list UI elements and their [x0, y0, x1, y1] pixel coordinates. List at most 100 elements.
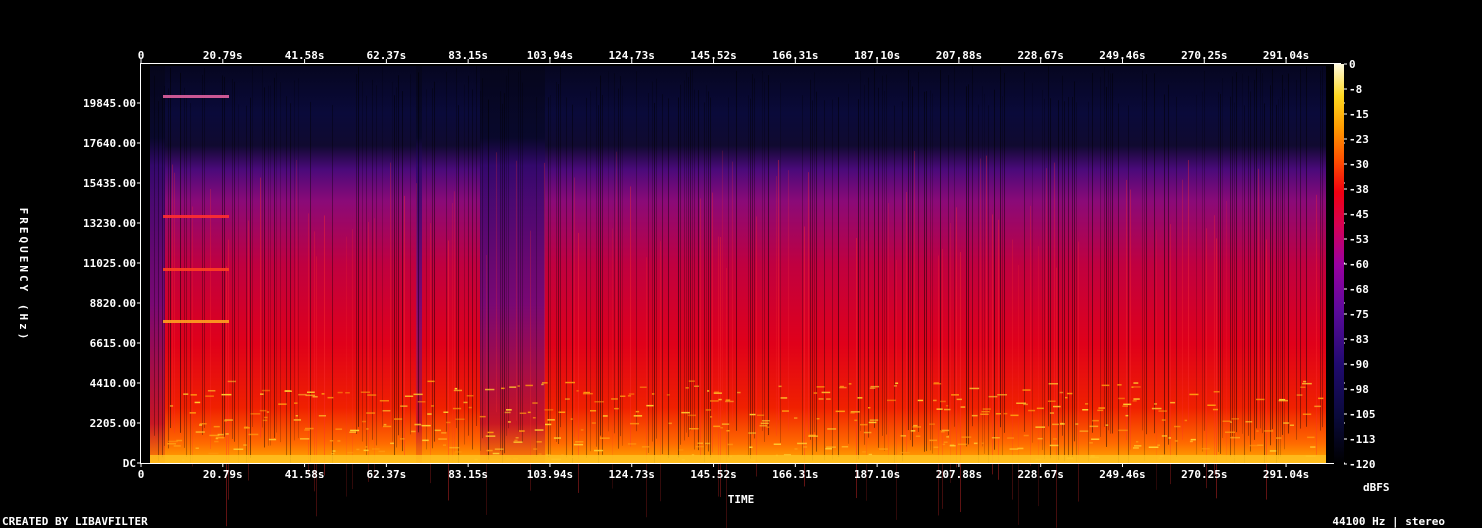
spectrogram-harmonic — [1132, 400, 1137, 402]
spectrogram-lowband — [150, 455, 1326, 463]
spectrogram-streak — [1280, 97, 1281, 458]
spectrogram-streak — [690, 70, 691, 431]
spectrogram-harmonic — [365, 446, 368, 448]
spectrogram-streak — [596, 86, 597, 447]
spectrogram-harmonic — [628, 393, 635, 395]
spectrogram-streak — [1220, 93, 1221, 454]
spectrogram-harmonic — [337, 440, 341, 442]
spectrogram-harmonic — [509, 386, 517, 388]
x-axis-label: TIME — [728, 493, 755, 506]
spectrogram-streak — [434, 81, 435, 442]
spectrogram-streak — [382, 67, 383, 428]
spectrogram-streak — [290, 103, 291, 464]
spectrogram-harmonic — [748, 432, 756, 434]
spectrogram-streak — [1202, 91, 1203, 452]
spectrogram-streak — [294, 80, 295, 441]
spectrogram-harmonic — [1079, 430, 1089, 432]
spectrogram-harmonic — [1283, 422, 1290, 424]
spectrogram-harmonic — [1082, 409, 1089, 411]
spectrogram-streak — [762, 70, 763, 431]
spectrogram-harmonic — [213, 425, 220, 428]
spectrogram-streak — [204, 67, 205, 428]
spectrogram-harmonic — [363, 449, 369, 452]
spectrogram-streak — [984, 93, 985, 454]
spectrogram-streak — [956, 207, 957, 468]
spectrogram-harmonic — [268, 438, 277, 441]
spectrogram-streak — [158, 101, 159, 462]
spectrogram-harmonic — [756, 414, 765, 416]
spectrogram-harmonic — [870, 385, 880, 388]
spectrogram-harmonic — [399, 438, 405, 440]
spectrogram-streak — [1092, 72, 1093, 433]
spectrogram-streak — [1164, 94, 1165, 455]
x-tick-label-top: 145.52s — [690, 49, 736, 62]
spectrogram-harmonic — [417, 401, 426, 403]
spectrogram-harmonic — [525, 384, 533, 387]
spectrogram-band — [163, 215, 229, 218]
spectrogram-harmonic — [199, 424, 203, 426]
spectrogram-harmonic — [759, 425, 767, 427]
x-tick-label-bottom: 187.10s — [854, 468, 900, 481]
spectrogram-harmonic — [862, 451, 866, 453]
spectrogram-harmonic — [1296, 394, 1303, 396]
spectrogram-harmonic — [960, 406, 966, 408]
spectrogram-harmonic — [400, 405, 408, 407]
spectrogram-harmonic — [1052, 438, 1057, 440]
spectrogram-harmonic — [1245, 421, 1253, 423]
spectrogram-streak — [560, 67, 561, 428]
x-axis-top: 0 20.79s 41.58s 62.37s 83.15s 103.94s 124.73s 1… — [138, 49, 1309, 63]
spectrogram-streak — [1142, 70, 1143, 431]
spectrogram-harmonic — [797, 442, 807, 445]
spectrogram-streak — [332, 104, 333, 465]
x-tick-label-bottom: 145.52s — [690, 468, 736, 481]
spectrogram-streak — [688, 77, 689, 438]
spectrogram-streak — [376, 85, 377, 446]
x-tick-label-top: 207.88s — [936, 49, 982, 62]
spectrogram-streak — [520, 70, 521, 431]
spectrogram-harmonic — [879, 448, 888, 450]
spectrogram-harmonic — [641, 446, 650, 448]
spectrogram-streak — [982, 86, 983, 447]
spectrogram-harmonic — [517, 385, 520, 387]
spectrogram-streak — [776, 176, 777, 437]
spectrogram-harmonic — [710, 400, 719, 402]
colorbar-tick-label: -75 — [1349, 308, 1369, 321]
spectrogram-streak — [756, 216, 757, 477]
x-tick-label-bottom: 62.37s — [367, 468, 407, 481]
spectrogram-harmonic — [685, 387, 689, 389]
spectrogram-harmonic — [1091, 438, 1100, 440]
spectrogram-harmonic — [519, 412, 527, 414]
spectrogram-harmonic — [1174, 425, 1181, 428]
spectrogram-streak — [396, 87, 397, 448]
spectrogram-harmonic — [1201, 448, 1210, 450]
spectrogram-streak — [1072, 96, 1073, 457]
spectrogram-streak — [768, 75, 769, 436]
spectrogram-streak — [154, 75, 155, 436]
spectrogram-harmonic — [329, 440, 334, 442]
spectrogram-harmonic — [1016, 402, 1026, 404]
spectrogram-harmonic — [727, 443, 733, 446]
spectrogram-streak — [482, 78, 483, 439]
spectrogram-harmonic — [668, 422, 672, 425]
spectrogram-harmonic — [941, 429, 950, 432]
spectrogram-streak — [358, 66, 359, 427]
spectrogram-harmonic — [1101, 384, 1110, 387]
spectrogram-harmonic — [627, 395, 632, 397]
spectrogram-harmonic — [545, 423, 552, 426]
spectrogram-harmonic — [794, 417, 798, 419]
spectrogram-harmonic — [1048, 383, 1058, 385]
spectrogram-harmonic — [1089, 442, 1093, 444]
spectrogram-streak — [832, 99, 833, 460]
spectrogram-harmonic — [725, 400, 734, 403]
spectrogram-streak — [1176, 96, 1177, 457]
spectrogram-streak — [858, 99, 859, 460]
spectrogram-harmonic — [760, 422, 769, 425]
spectrogram-harmonic — [1318, 397, 1324, 400]
spectrogram-streak — [1062, 75, 1063, 436]
spectrogram-streak — [722, 150, 723, 411]
spectrogram-streak — [1068, 96, 1069, 457]
spectrogram-streak — [192, 206, 193, 467]
spectrogram-streak — [454, 191, 455, 452]
spectrogram-harmonic — [633, 415, 643, 417]
spectrogram-harmonic — [327, 396, 334, 399]
